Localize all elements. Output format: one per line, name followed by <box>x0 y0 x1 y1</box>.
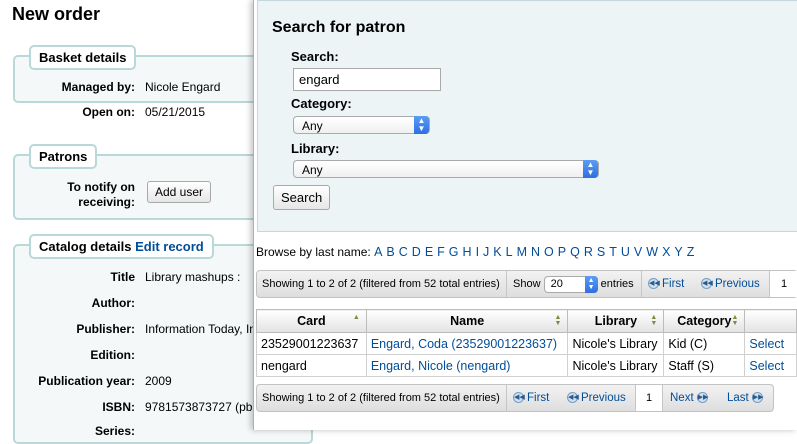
letter-link-m[interactable]: M <box>517 245 527 259</box>
library-select[interactable]: Any ▲ ▼ <box>293 160 599 178</box>
column-header-category[interactable]: Category ▲ ▼ <box>663 309 746 333</box>
basket-details-legend: Basket details <box>29 45 137 70</box>
select-patron-link[interactable]: Select <box>744 354 797 377</box>
chevron-updown-icon: ▲ ▼ <box>583 160 598 178</box>
letter-link-e[interactable]: E <box>425 245 433 259</box>
patron-name-link[interactable]: Engard, Nicole (nengard) <box>365 354 569 377</box>
add-user-button[interactable]: Add user <box>147 181 212 203</box>
library-label: Library: <box>291 141 340 156</box>
search-label: Search: <box>291 49 339 64</box>
table-row: nengard Engard, Nicole (nengard) Nicole'… <box>256 354 797 377</box>
previous-page-button[interactable]: ◀◀ Previous <box>567 385 626 411</box>
table-info-text: Showing 1 to 2 of 2 (filtered from 52 to… <box>257 385 507 411</box>
current-page[interactable]: 1 <box>635 385 663 411</box>
table-info-bar-top: Showing 1 to 2 of 2 (filtered from 52 to… <box>256 270 797 298</box>
letter-link-c[interactable]: C <box>399 245 408 259</box>
search-input[interactable] <box>293 68 441 91</box>
search-form-panel: Search for patron Search: Category: Any … <box>257 0 797 232</box>
card-cell: nengard <box>256 354 367 377</box>
page-title: New order <box>12 4 101 24</box>
search-button[interactable]: Search <box>273 185 331 210</box>
letter-link-p[interactable]: P <box>558 245 566 259</box>
card-cell: 23529001223637 <box>256 332 367 355</box>
letter-link-h[interactable]: H <box>463 245 472 259</box>
edit-record-link[interactable]: Edit record <box>135 239 204 254</box>
open-on-label: Open on: <box>82 105 135 119</box>
catalog-details-title: Catalog details <box>39 239 132 254</box>
previous-page-button[interactable]: ◀◀ Previous <box>701 271 760 297</box>
page-length-select[interactable]: 20 ▲ ▼ <box>543 275 598 293</box>
sort-ascending-icon: ▲ <box>352 314 360 321</box>
sort-both-icon: ▲ ▼ <box>554 314 562 327</box>
table-row: 23529001223637 Engard, Coda (23529001223… <box>256 332 797 355</box>
current-page[interactable]: 1 <box>769 271 797 297</box>
letter-link-k[interactable]: K <box>493 245 501 259</box>
page-length-control: Show 20 ▲ ▼ entries <box>507 271 642 297</box>
letter-link-u[interactable]: U <box>621 245 630 259</box>
letter-link-x[interactable]: X <box>662 245 670 259</box>
catalog-details-legend: Catalog details Edit record <box>29 234 214 259</box>
table-info-text: Showing 1 to 2 of 2 (filtered from 52 to… <box>257 271 507 297</box>
category-select[interactable]: Any ▲ ▼ <box>293 116 430 134</box>
letter-link-r[interactable]: R <box>584 245 593 259</box>
previous-page-icon: ◀◀ <box>701 278 713 290</box>
patrons-legend: Patrons <box>29 144 98 169</box>
table-info-bar-bottom: Showing 1 to 2 of 2 (filtered from 52 to… <box>256 384 774 412</box>
letter-link-n[interactable]: N <box>531 245 540 259</box>
notify-label: To notify on receiving: <box>67 180 135 209</box>
letter-link-a[interactable]: A <box>374 245 382 259</box>
column-header-action <box>744 309 797 333</box>
column-header-card[interactable]: Card ▲ <box>256 309 367 333</box>
letter-link-w[interactable]: W <box>646 245 658 259</box>
letter-links: ABCDEFGHIJKLMNOPQRSTUVWXYZ <box>374 245 698 259</box>
chevron-updown-icon: ▲ ▼ <box>584 275 598 293</box>
letter-link-d[interactable]: D <box>412 245 421 259</box>
letter-link-b[interactable]: B <box>386 245 394 259</box>
letter-link-y[interactable]: Y <box>674 245 682 259</box>
letter-link-o[interactable]: O <box>544 245 554 259</box>
open-on-value: 05/21/2015 <box>145 105 206 119</box>
next-page-icon: ▶▶ <box>696 392 709 404</box>
column-header-name[interactable]: Name ▲ ▼ <box>365 309 569 333</box>
library-cell: Nicole's Library <box>567 332 665 355</box>
browse-label: Browse by last name: <box>256 245 371 259</box>
next-page-button[interactable]: Next ▶▶ <box>670 385 708 411</box>
last-page-button[interactable]: Last ▶▶ <box>727 385 764 411</box>
letter-link-v[interactable]: V <box>634 245 642 259</box>
sort-both-icon: ▲ ▼ <box>731 314 739 327</box>
letter-link-g[interactable]: G <box>449 245 459 259</box>
letter-link-z[interactable]: Z <box>687 245 695 259</box>
first-page-icon: ◀◀ <box>513 392 525 404</box>
category-cell: Kid (C) <box>663 332 746 355</box>
letter-link-q[interactable]: Q <box>570 245 580 259</box>
column-header-library[interactable]: Library ▲ ▼ <box>567 309 665 333</box>
first-page-button[interactable]: ◀◀ First <box>513 385 549 411</box>
letter-link-i[interactable]: I <box>476 245 479 259</box>
category-cell: Staff (S) <box>663 354 746 377</box>
table-header-row: Card ▲ Name ▲ ▼ Library ▲ ▼ Category ▲ ▼ <box>256 309 797 333</box>
letter-link-s[interactable]: S <box>597 245 605 259</box>
patron-search-modal: Search for patron Search: Category: Any … <box>253 0 797 430</box>
category-label: Category: <box>291 96 352 111</box>
patron-name-link[interactable]: Engard, Coda (23529001223637) <box>365 332 569 355</box>
letter-link-f[interactable]: F <box>437 245 445 259</box>
managed-by-label: Managed by: <box>61 80 135 94</box>
letter-link-t[interactable]: T <box>609 245 617 259</box>
letter-link-l[interactable]: L <box>506 245 513 259</box>
last-page-icon: ▶▶ <box>751 392 764 404</box>
previous-page-icon: ◀◀ <box>567 392 579 404</box>
patron-results-table: Card ▲ Name ▲ ▼ Library ▲ ▼ Category ▲ ▼ 235290… <box>256 309 797 377</box>
search-modal-title: Search for patron <box>272 19 406 36</box>
library-cell: Nicole's Library <box>567 354 665 377</box>
first-page-button[interactable]: ◀◀ First <box>648 271 684 297</box>
letter-link-j[interactable]: J <box>483 245 489 259</box>
managed-by-value: Nicole Engard <box>145 80 221 94</box>
browse-by-last-name: Browse by last name: ABCDEFGHIJKLMNOPQRS… <box>256 245 698 259</box>
sort-both-icon: ▲ ▼ <box>650 314 658 327</box>
chevron-updown-icon: ▲ ▼ <box>414 116 429 134</box>
select-patron-link[interactable]: Select <box>744 332 797 355</box>
first-page-icon: ◀◀ <box>648 278 660 290</box>
